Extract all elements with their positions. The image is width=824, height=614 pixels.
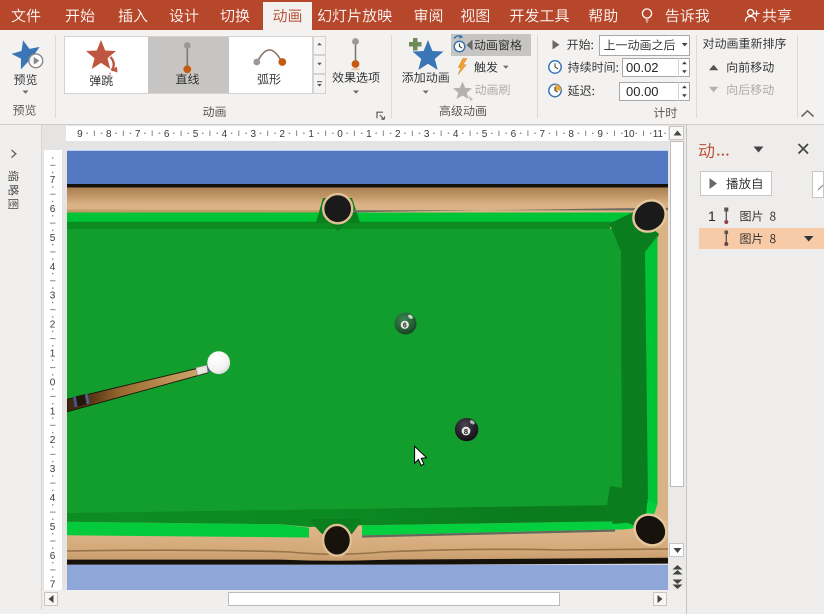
svg-text:6: 6: [403, 322, 407, 329]
svg-text:8: 8: [464, 427, 468, 436]
